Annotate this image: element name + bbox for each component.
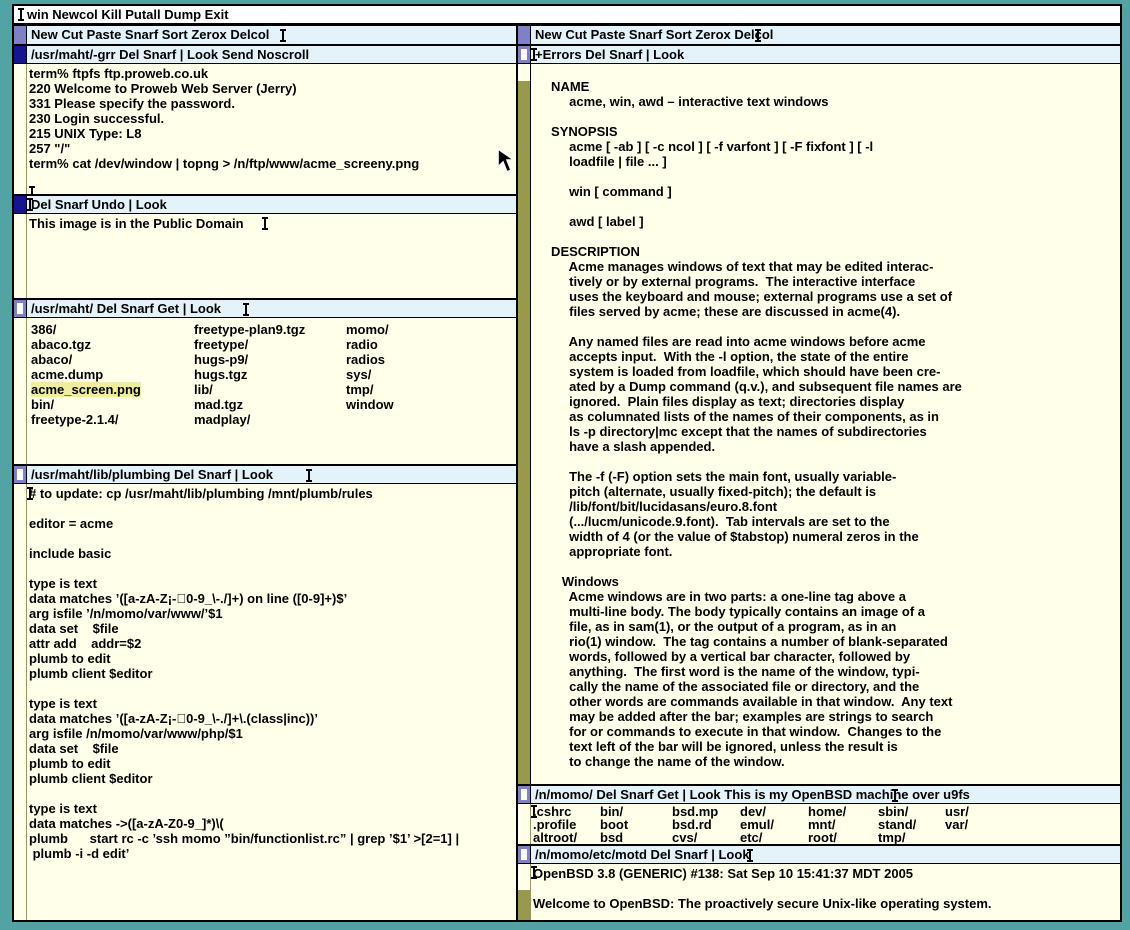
file-entry[interactable]: freetype/: [194, 337, 248, 352]
left-column-tag[interactable]: New Cut Paste Snarf Sort Zerox Delcol: [14, 24, 516, 44]
window-tag-text[interactable]: /n/momo/ Del Snarf Get | Look This is my…: [531, 786, 1120, 803]
file-entry[interactable]: abaco/: [31, 352, 72, 367]
window-tag[interactable]: /n/momo/etc/motd Del Snarf | Look: [518, 846, 1120, 864]
file-entry[interactable]: tmp/: [878, 831, 905, 844]
window-untitled-note: Del Snarf Undo | Look This image is in t…: [14, 194, 516, 298]
file-entry[interactable]: etc/: [740, 831, 762, 844]
text-caret: [29, 186, 36, 194]
file-entry[interactable]: var/: [945, 818, 968, 831]
window-body[interactable]: This image is in the Public Domain: [14, 214, 516, 298]
file-entry[interactable]: cvs/: [672, 831, 697, 844]
clean-indicator-square-icon[interactable]: [518, 46, 531, 63]
file-entry[interactable]: root/: [808, 831, 837, 844]
rio-desktop-frame: win Newcol Kill Putall Dump Exit New Cut…: [0, 0, 1130, 930]
terminal-output[interactable]: term% ftpfs ftp.proweb.co.uk 220 Welcome…: [14, 64, 516, 171]
file-entry[interactable]: bin/: [31, 397, 54, 412]
window-usr-maht-grr: /usr/maht/-grr Del Snarf | Look Send Nos…: [14, 44, 516, 194]
manpage-text[interactable]: NAME acme, win, awd – interactive text w…: [518, 64, 1120, 769]
window-tag-text[interactable]: /usr/maht/ Del Snarf Get | Look: [27, 300, 516, 317]
right-column-tag[interactable]: New Cut Paste Snarf Sort Zerox Delcol: [518, 24, 1120, 44]
window-tag-text[interactable]: +Errors Del Snarf | Look: [531, 46, 1120, 63]
window-tag[interactable]: +Errors Del Snarf | Look: [518, 46, 1120, 64]
directory-listing: 386/abaco.tgzabaco/acme.dumpacme_screen.…: [31, 322, 516, 427]
clean-indicator-square-icon[interactable]: [518, 786, 531, 803]
file-entry[interactable]: acme.dump: [31, 367, 103, 382]
file-entry[interactable]: window: [346, 397, 394, 412]
file-entry[interactable]: altroot/: [533, 831, 577, 844]
scrollbar[interactable]: [14, 64, 27, 194]
column-tag-text[interactable]: New Cut Paste Snarf Sort Zerox Delcol: [531, 26, 1120, 44]
file-entry[interactable]: momo/: [346, 322, 389, 337]
file-entry[interactable]: radios: [346, 352, 385, 367]
window-body[interactable]: .cshrc.profilealtroot/bin/bootbsdbsd.mpb…: [518, 804, 1120, 844]
file-entry[interactable]: lib/: [194, 382, 213, 397]
file-entry[interactable]: mad.tgz: [194, 397, 243, 412]
window-errors-manpage: +Errors Del Snarf | Look NAME acme, win,…: [518, 44, 1120, 784]
acme-window: win Newcol Kill Putall Dump Exit New Cut…: [12, 4, 1122, 922]
window-usr-maht-directory: /usr/maht/ Del Snarf Get | Look 386/abac…: [14, 298, 516, 464]
file-entry[interactable]: 386/: [31, 322, 56, 337]
right-column: New Cut Paste Snarf Sort Zerox Delcol +E…: [518, 24, 1120, 920]
scrollbar-track-segment[interactable]: [518, 890, 530, 920]
file-entry[interactable]: freetype-2.1.4/: [31, 412, 118, 427]
column-tag-text[interactable]: New Cut Paste Snarf Sort Zerox Delcol: [27, 26, 516, 44]
scrollbar-thumb[interactable]: [518, 64, 530, 81]
scrollbar[interactable]: [14, 214, 27, 298]
dirty-indicator-square-icon[interactable]: [14, 196, 27, 213]
window-plumbing-rules: /usr/maht/lib/plumbing Del Snarf | Look …: [14, 464, 516, 920]
file-entry[interactable]: freetype-plan9.tgz: [194, 322, 305, 337]
column-button-square-icon[interactable]: [518, 26, 531, 44]
file-entry[interactable]: madplay/: [194, 412, 250, 427]
main-tag-text[interactable]: win Newcol Kill Putall Dump Exit: [23, 6, 229, 23]
window-tag[interactable]: /n/momo/ Del Snarf Get | Look This is my…: [518, 786, 1120, 804]
window-tag[interactable]: /usr/maht/lib/plumbing Del Snarf | Look: [14, 466, 516, 484]
window-body[interactable]: 386/abaco.tgzabaco/acme.dumpacme_screen.…: [14, 318, 516, 464]
scrollbar[interactable]: [518, 804, 531, 844]
window-tag[interactable]: /usr/maht/ Del Snarf Get | Look: [14, 300, 516, 318]
main-tag[interactable]: win Newcol Kill Putall Dump Exit: [14, 6, 1120, 24]
left-column: New Cut Paste Snarf Sort Zerox Delcol /u…: [14, 24, 516, 920]
file-entry[interactable]: tmp/: [346, 382, 373, 397]
plumbing-rules-text[interactable]: # to update: cp /usr/maht/lib/plumbing /…: [14, 484, 516, 861]
file-entry[interactable]: hugs.tgz: [194, 367, 247, 382]
window-tag-text[interactable]: /usr/maht/-grr Del Snarf | Look Send Nos…: [27, 46, 516, 63]
directory-listing: .cshrc.profilealtroot/bin/bootbsdbsd.mpb…: [533, 805, 1120, 844]
scrollbar[interactable]: [518, 864, 531, 920]
window-body[interactable]: term% ftpfs ftp.proweb.co.uk 220 Welcome…: [14, 64, 516, 194]
window-tag-text[interactable]: Del Snarf Undo | Look: [27, 196, 516, 213]
window-body[interactable]: OpenBSD 3.8 (GENERIC) #138: Sat Sep 10 1…: [518, 864, 1120, 920]
window-tag-text[interactable]: /usr/maht/lib/plumbing Del Snarf | Look: [27, 466, 516, 483]
file-entry[interactable]: hugs-p9/: [194, 352, 248, 367]
file-entry[interactable]: bsd: [600, 831, 623, 844]
column-button-square-icon[interactable]: [14, 26, 27, 44]
clean-indicator-square-icon[interactable]: [14, 300, 27, 317]
file-entry[interactable]: abaco.tgz: [31, 337, 91, 352]
window-body[interactable]: # to update: cp /usr/maht/lib/plumbing /…: [14, 484, 516, 920]
file-entry[interactable]: acme_screen.png: [31, 382, 141, 397]
note-text[interactable]: This image is in the Public Domain: [14, 214, 516, 231]
scrollbar[interactable]: [518, 64, 531, 784]
scrollbar[interactable]: [14, 484, 27, 920]
scrollbar[interactable]: [14, 318, 27, 464]
window-tag[interactable]: Del Snarf Undo | Look: [14, 196, 516, 214]
window-tag[interactable]: /usr/maht/-grr Del Snarf | Look Send Nos…: [14, 46, 516, 64]
clean-indicator-square-icon[interactable]: [518, 846, 531, 863]
dirty-indicator-square-icon[interactable]: [14, 46, 27, 63]
window-body[interactable]: NAME acme, win, awd – interactive text w…: [518, 64, 1120, 784]
window-momo-directory: /n/momo/ Del Snarf Get | Look This is my…: [518, 784, 1120, 844]
file-entry[interactable]: radio: [346, 337, 378, 352]
clean-indicator-square-icon[interactable]: [14, 466, 27, 483]
motd-text[interactable]: OpenBSD 3.8 (GENERIC) #138: Sat Sep 10 1…: [518, 864, 1120, 911]
file-entry[interactable]: sys/: [346, 367, 371, 382]
window-tag-text[interactable]: /n/momo/etc/motd Del Snarf | Look: [531, 846, 1120, 863]
window-momo-motd: /n/momo/etc/motd Del Snarf | Look OpenBS…: [518, 844, 1120, 920]
